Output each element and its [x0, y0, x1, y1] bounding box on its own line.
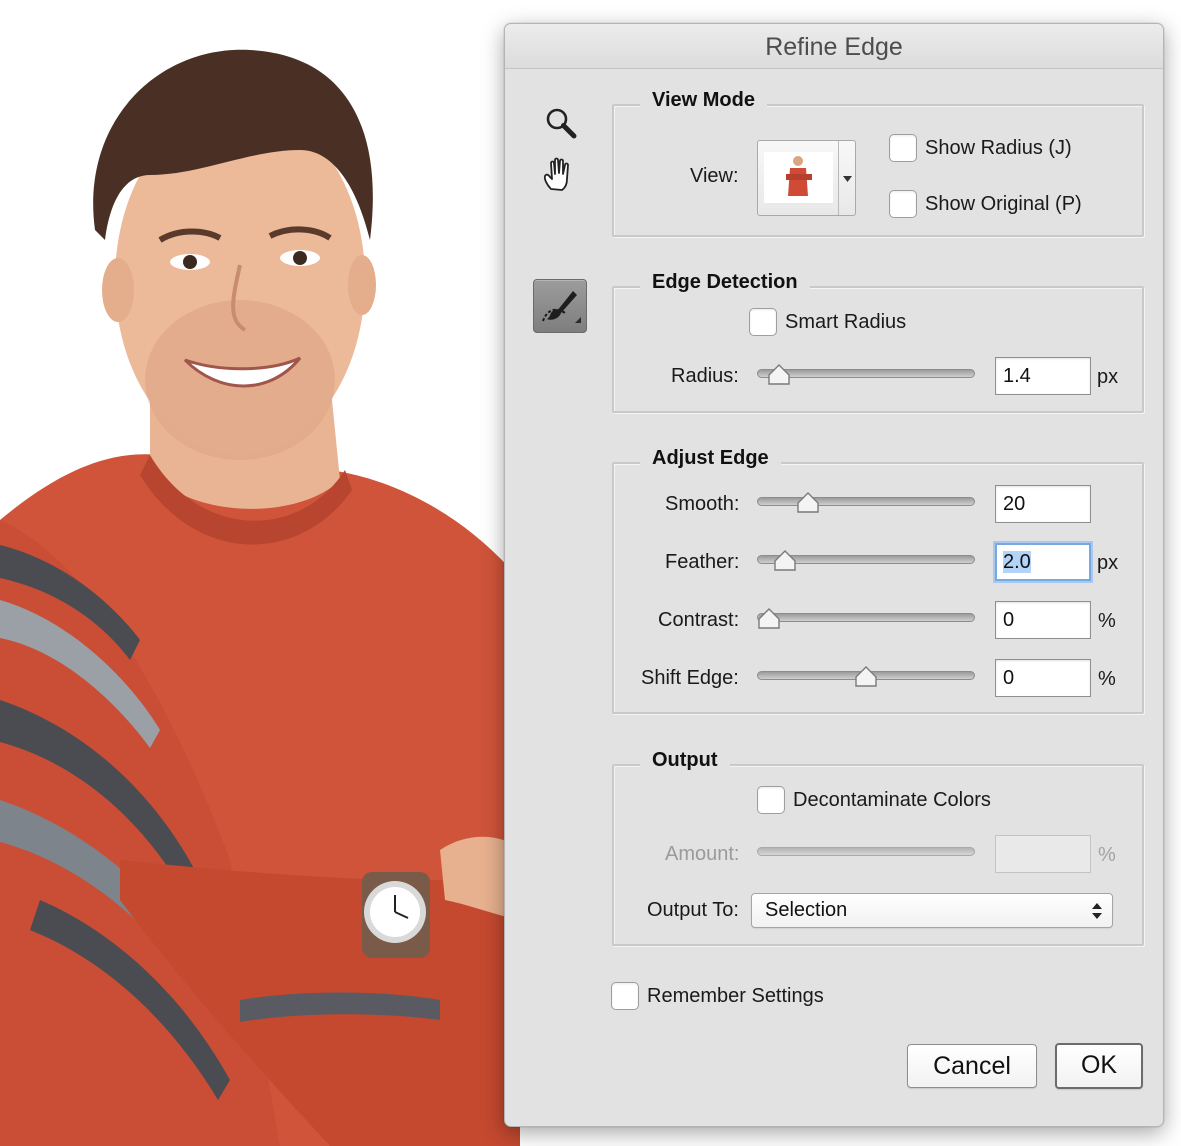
radius-input[interactable]: 1.4 — [995, 357, 1091, 395]
show-original-checkbox[interactable] — [889, 190, 917, 218]
radius-label: Radius: — [671, 365, 739, 387]
cancel-button[interactable]: Cancel — [907, 1044, 1037, 1088]
output-to-select[interactable]: Selection — [751, 893, 1113, 928]
show-radius-checkbox[interactable] — [889, 134, 917, 162]
magnifier-icon[interactable] — [534, 96, 588, 150]
up-down-arrows-icon — [1092, 903, 1102, 919]
remember-settings-checkbox[interactable] — [611, 982, 639, 1010]
view-mode-legend: View Mode — [640, 88, 767, 112]
radius-unit: px — [1097, 366, 1119, 388]
amount-unit: % — [1098, 844, 1116, 866]
edge-detection-legend: Edge Detection — [640, 270, 810, 294]
contrast-label: Contrast: — [658, 609, 740, 631]
feather-slider[interactable] — [757, 547, 975, 573]
decontaminate-colors-checkbox[interactable] — [757, 786, 785, 814]
portrait-photo — [0, 0, 520, 1146]
slider-track — [757, 497, 975, 506]
hand-icon[interactable] — [532, 148, 586, 202]
contrast-input[interactable]: 0 — [995, 601, 1091, 639]
output-to-value: Selection — [765, 899, 848, 921]
shift-edge-unit: % — [1098, 668, 1116, 690]
feather-unit: px — [1097, 552, 1119, 574]
slider-thumb[interactable] — [854, 664, 878, 688]
output-to-label: Output To: — [647, 899, 739, 921]
slider-track — [757, 613, 975, 622]
slider-thumb[interactable] — [767, 362, 791, 386]
feather-input[interactable]: 2.0 — [995, 543, 1091, 581]
refine-edge-dialog: Refine Edge View Mode View: Show Radius … — [504, 23, 1164, 1127]
smart-radius-checkbox[interactable] — [749, 308, 777, 336]
feather-label: Feather: — [665, 551, 740, 573]
smart-radius-label: Smart Radius — [785, 311, 907, 333]
show-original-label: Show Original (P) — [925, 193, 1082, 215]
remember-settings-label: Remember Settings — [647, 985, 824, 1007]
slider-thumb[interactable] — [796, 490, 820, 514]
contrast-slider[interactable] — [757, 605, 975, 631]
smooth-slider[interactable] — [757, 489, 975, 515]
chevron-down-icon — [838, 141, 855, 215]
decontaminate-colors-label: Decontaminate Colors — [793, 789, 991, 811]
slider-thumb[interactable] — [773, 548, 797, 572]
show-radius-label: Show Radius (J) — [925, 137, 1072, 159]
refine-radius-brush-icon[interactable] — [533, 279, 587, 333]
adjust-edge-legend: Adjust Edge — [640, 446, 781, 470]
ok-button[interactable]: OK — [1055, 1043, 1143, 1089]
contrast-unit: % — [1098, 610, 1116, 632]
amount-label: Amount: — [665, 843, 740, 865]
shift-edge-slider[interactable] — [757, 663, 975, 689]
amount-slider — [757, 839, 975, 865]
smooth-input[interactable]: 20 — [995, 485, 1091, 523]
dialog-title: Refine Edge — [505, 24, 1163, 69]
view-mode-dropdown[interactable] — [757, 140, 856, 216]
smooth-label: Smooth: — [665, 493, 740, 515]
view-thumbnail-image — [764, 152, 833, 203]
amount-input — [995, 835, 1091, 873]
view-label: View: — [690, 165, 739, 187]
slider-thumb[interactable] — [757, 606, 781, 630]
shift-edge-label: Shift Edge: — [641, 667, 739, 689]
radius-slider[interactable] — [757, 361, 975, 387]
shift-edge-input[interactable]: 0 — [995, 659, 1091, 697]
feather-value-selection: 2.0 — [1003, 551, 1031, 573]
slider-track — [757, 847, 975, 856]
output-legend: Output — [640, 748, 730, 772]
